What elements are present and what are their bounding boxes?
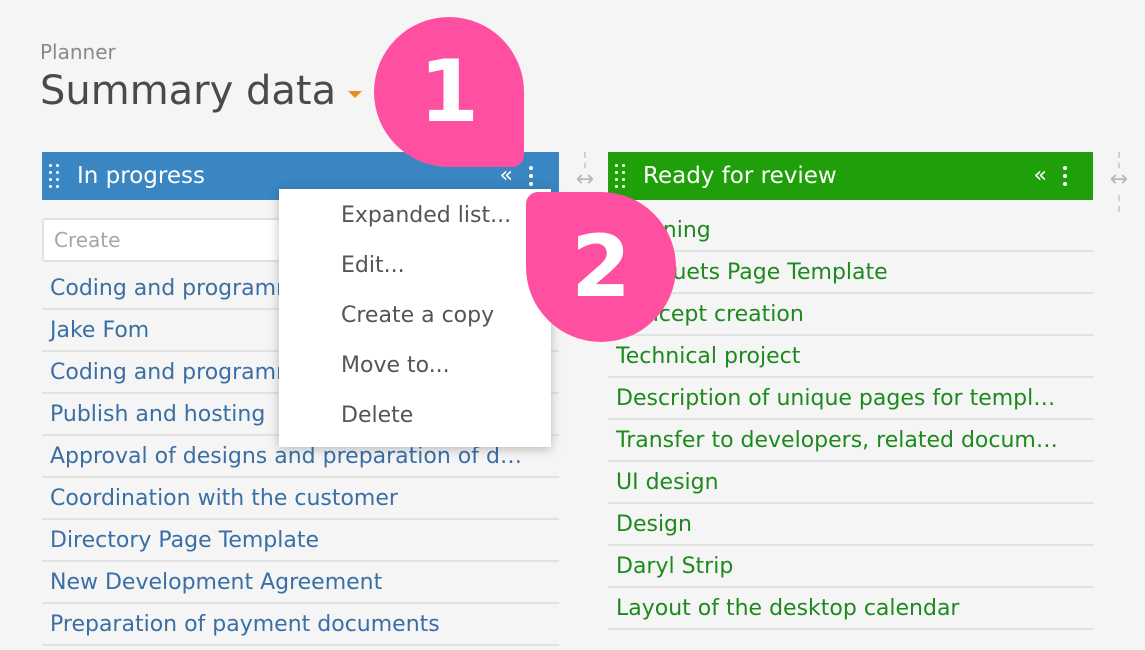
callout-step-2: 2 <box>526 192 676 342</box>
card-item[interactable]: Concept creation <box>608 294 1093 336</box>
card-item[interactable]: Bouquets Page Template <box>608 252 1093 294</box>
card-list: Planning Bouquets Page Template Concept … <box>608 210 1093 630</box>
menu-item-edit[interactable]: Edit... <box>279 241 551 291</box>
menu-item-move-to[interactable]: Move to... <box>279 341 551 391</box>
menu-item-create-copy[interactable]: Create a copy <box>279 291 551 341</box>
title-row: Summary data <box>40 64 363 118</box>
card-item[interactable]: UI design <box>608 462 1093 504</box>
more-vertical-icon[interactable] <box>529 166 533 186</box>
drag-handle-icon[interactable] <box>49 163 61 189</box>
card-item[interactable]: Technical project <box>608 336 1093 378</box>
card-item[interactable]: Preparation of payment documents <box>42 604 559 646</box>
collapse-icon[interactable]: « <box>500 165 513 187</box>
column-title: Ready for review <box>643 163 837 189</box>
card-item[interactable]: Planning <box>608 210 1093 252</box>
card-item[interactable]: Design <box>608 504 1093 546</box>
card-item[interactable]: Description of unique pages for templ… <box>608 378 1093 420</box>
column-resize-handle[interactable]: ↔ <box>1103 152 1135 212</box>
callout-step-1: 1 <box>374 17 524 167</box>
menu-item-expanded-list[interactable]: Expanded list... <box>279 191 551 241</box>
card-item[interactable]: Daryl Strip <box>608 546 1093 588</box>
card-item[interactable]: Coordination with the customer <box>42 478 559 520</box>
column-ready-for-review: Ready for review « Planning Bouquets Pag… <box>608 152 1093 630</box>
menu-item-delete[interactable]: Delete <box>279 391 551 441</box>
resize-arrows-icon: ↔ <box>569 168 601 192</box>
card-item[interactable]: Directory Page Template <box>42 520 559 562</box>
create-input[interactable] <box>42 218 282 262</box>
collapse-icon[interactable]: « <box>1034 165 1047 187</box>
resize-arrows-icon: ↔ <box>1103 168 1135 192</box>
page-title[interactable]: Summary data <box>40 64 336 118</box>
more-vertical-icon[interactable] <box>1063 166 1067 186</box>
column-context-menu: Expanded list... Edit... Create a copy M… <box>279 189 551 447</box>
drag-handle-icon[interactable] <box>615 163 627 189</box>
card-item[interactable]: New Development Agreement <box>42 562 559 604</box>
column-header-ready-for-review[interactable]: Ready for review « <box>608 152 1093 200</box>
column-title: In progress <box>77 163 205 189</box>
breadcrumb[interactable]: Planner <box>40 40 116 64</box>
caret-down-icon[interactable] <box>348 90 363 98</box>
card-item[interactable]: Transfer to developers, related docum… <box>608 420 1093 462</box>
card-item[interactable]: Layout of the desktop calendar <box>608 588 1093 630</box>
